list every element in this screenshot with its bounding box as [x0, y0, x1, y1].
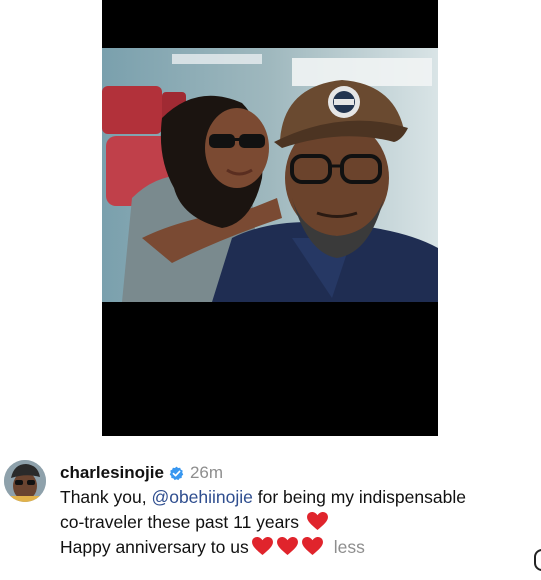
- post-photo[interactable]: [102, 48, 438, 302]
- comment-row: charlesinojie 26m Thank you, @obehiinoji…: [0, 454, 541, 580]
- comment-header: charlesinojie 26m: [60, 461, 223, 485]
- post-media-frame[interactable]: [102, 0, 438, 436]
- red-heart-icon: [306, 511, 329, 531]
- red-heart-icon: [251, 536, 274, 556]
- avatar[interactable]: [4, 460, 46, 502]
- comment-timestamp: 26m: [189, 463, 224, 482]
- verified-badge-icon: [169, 466, 184, 481]
- partial-circle-button[interactable]: [534, 549, 541, 571]
- comment-text-suffix: for being my indispensable: [252, 487, 466, 507]
- comment-line-3-text: Happy anniversary to us: [60, 537, 249, 557]
- comment-line-3: Happy anniversary to us less: [60, 535, 536, 560]
- red-heart-icon: [276, 536, 299, 556]
- mention-link[interactable]: @obehiinojie: [151, 487, 252, 507]
- comment-line-2-text: co-traveler these past 11 years: [60, 512, 304, 532]
- less-toggle[interactable]: less: [334, 537, 365, 557]
- comment-line-2: co-traveler these past 11 years: [60, 510, 536, 535]
- comment-text-prefix: Thank you,: [60, 487, 152, 507]
- avatar-image: [4, 460, 46, 502]
- comment-line-1: Thank you, @obehiinojie for being my ind…: [60, 485, 536, 510]
- red-heart-icon: [301, 536, 324, 556]
- comment-text: Thank you, @obehiinojie for being my ind…: [60, 485, 536, 560]
- username[interactable]: charlesinojie: [60, 463, 164, 483]
- photo-illustration: [102, 48, 438, 302]
